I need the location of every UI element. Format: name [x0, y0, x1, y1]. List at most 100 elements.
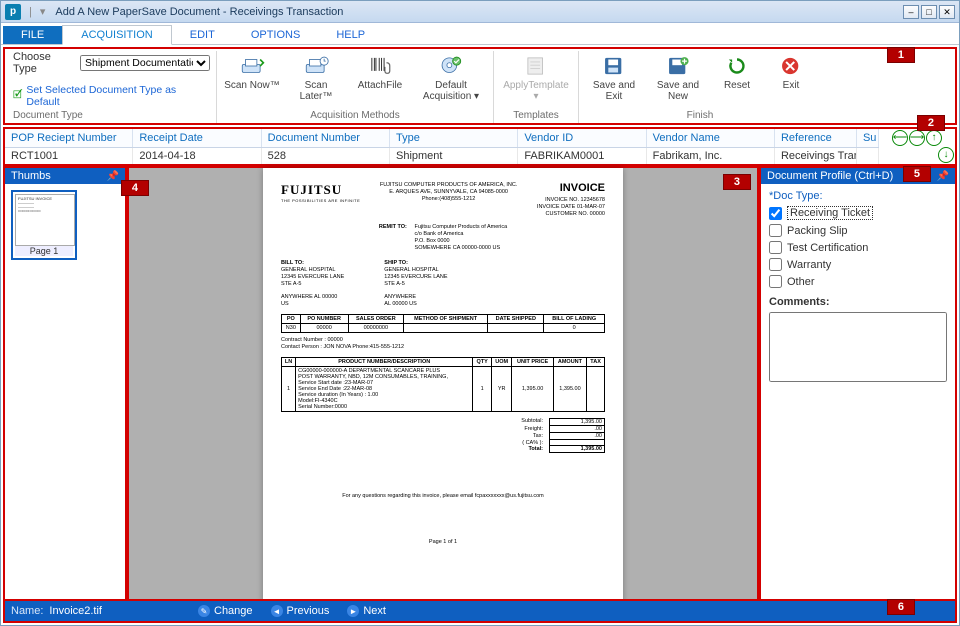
close-button[interactable]: ✕ [939, 5, 955, 19]
previous-button[interactable]: ◄Previous [271, 605, 330, 617]
scan-now-button[interactable]: Scan Now™ [223, 51, 281, 91]
tab-file[interactable]: FILE [3, 26, 62, 44]
default-acquisition-button[interactable]: Default Acquisition ▾ [415, 51, 487, 102]
invoice-billto: GENERAL HOSPITAL 12345 EVERCURE LANE STE… [281, 267, 344, 288]
invoice-remit: Fujitsu Computer Products of America c/o… [415, 224, 508, 252]
group-label-acq: Acquisition Methods [310, 110, 400, 123]
save-plus-icon [664, 53, 692, 79]
invoice-shipto: GENERAL HOSPITAL 12345 EVERCURE LANE STE… [384, 267, 447, 288]
pin-icon[interactable]: 📌 [937, 171, 949, 182]
callout-4: 4 [121, 180, 149, 196]
invoice-logo-sub: THE POSSIBILITIES ARE INFINITE [281, 198, 360, 203]
doc-type-packing-slip[interactable]: Packing Slip [769, 224, 947, 237]
close-circle-icon [777, 53, 805, 79]
set-default-button[interactable]: 🗹 Set Selected Document Type as Default [13, 84, 210, 108]
doc-type-receiving-ticket[interactable]: Receiving Ticket [769, 206, 947, 220]
exit-button[interactable]: Exit [767, 51, 815, 91]
apply-template-button: ApplyTemplate▾ [500, 51, 572, 102]
invoice-pager: Page 1 of 1 [281, 539, 605, 545]
col-doc-number[interactable]: Document Number [262, 129, 390, 147]
invoice-footnote: For any questions regarding this invoice… [281, 493, 605, 499]
bottom-bar-area: 6 Name: Invoice2.tif ✎Change ◄Previous ►… [3, 599, 957, 623]
invoice-title: INVOICE [537, 182, 605, 194]
record-grid: 2 POP Reciept Number Receipt Date Docume… [3, 127, 957, 166]
scan-later-button[interactable]: Scan Later™ [287, 51, 345, 102]
window-title: Add A New PaperSave Document - Receiving… [55, 6, 343, 18]
grid-prev-button[interactable]: ⟵ [892, 130, 908, 146]
col-vendor-id[interactable]: Vendor ID [518, 129, 646, 147]
tab-edit[interactable]: EDIT [172, 26, 233, 44]
choose-type-label: Choose Type [13, 51, 76, 75]
group-label-fin: Finish [687, 110, 714, 123]
doc-type-label: *Doc Type: [769, 190, 947, 202]
change-button[interactable]: ✎Change [198, 605, 253, 617]
callout-6: 6 [887, 599, 915, 615]
tab-options[interactable]: OPTIONS [233, 26, 319, 44]
doc-type-other[interactable]: Other [769, 275, 947, 288]
grid-header-row: POP Reciept Number Receipt Date Document… [5, 129, 879, 148]
choose-type-select[interactable]: Shipment Documentatio [80, 55, 210, 71]
ribbon-tabs: FILE ACQUISITION EDIT OPTIONS HELP [1, 23, 959, 45]
col-su[interactable]: Su [857, 129, 879, 147]
qat-separator: | [29, 6, 32, 18]
attach-file-button[interactable]: AttachFile [351, 51, 409, 91]
grid-next-button[interactable]: ⟶ [909, 130, 925, 146]
next-button[interactable]: ►Next [347, 605, 386, 617]
invoice-billto-label: BILL TO: [281, 260, 344, 267]
reset-button[interactable]: Reset [713, 51, 761, 91]
scanner-clock-icon [302, 53, 330, 79]
ribbon-area: 1 Choose Type Shipment Documentatio 🗹 Se… [3, 47, 957, 125]
cell-type: Shipment [390, 148, 518, 164]
thumbnail-label: Page 1 [15, 246, 73, 256]
grid-down-button[interactable]: ↓ [938, 147, 954, 163]
tab-acquisition[interactable]: ACQUISITION [62, 25, 172, 45]
cell-reference: Receivings Transa [775, 148, 857, 164]
doc-type-test-certification[interactable]: Test Certification [769, 241, 947, 254]
title-bar: p | ▾ Add A New PaperSave Document - Rec… [1, 1, 959, 23]
arrow-left-icon: ◄ [271, 605, 283, 617]
tab-help[interactable]: HELP [318, 26, 383, 44]
col-type[interactable]: Type [390, 129, 518, 147]
thumbs-header: Thumbs 📌 [5, 168, 125, 184]
cell-vendor-name: Fabrikam, Inc. [647, 148, 775, 164]
document-viewer[interactable]: 3 FUJITSU THE POSSIBILITIES ARE INFINITE… [127, 166, 759, 606]
callout-5: 5 [903, 166, 931, 182]
grid-data-row[interactable]: RCT1001 2014-04-18 528 Shipment FABRIKAM… [5, 148, 879, 164]
invoice-totals: Subtotal:1,395.00 Freight:.00 Tax:.00 ( … [456, 418, 605, 453]
arrow-right-icon: ► [347, 605, 359, 617]
thumbnail-preview: FUJITSU INVOICE————————▭▭▭▭▭▭ [15, 194, 75, 246]
comments-textarea[interactable] [769, 312, 947, 382]
invoice-lines-table: LNPRODUCT NUMBER/DESCRIPTIONQTYUOMUNIT P… [281, 357, 605, 412]
col-pop-receipt[interactable]: POP Reciept Number [5, 129, 133, 147]
callout-1: 1 [887, 47, 915, 63]
invoice-meta: INVOICE NO. 12345678 INVOICE DATE 01-MAR… [537, 197, 605, 218]
invoice-shiploc: ANYWHERE AL 00000 US [384, 294, 447, 308]
invoice-remit-label: REMIT TO: [379, 224, 407, 230]
cell-receipt-date: 2014-04-18 [133, 148, 261, 164]
template-icon [522, 53, 550, 79]
callout-2: 2 [917, 115, 945, 131]
pin-icon[interactable]: 📌 [107, 171, 119, 182]
grid-up-button[interactable]: ↑ [926, 130, 942, 146]
col-receipt-date[interactable]: Receipt Date [133, 129, 261, 147]
save-and-new-button[interactable]: Save and New [649, 51, 707, 102]
thumbs-panel: 4 Thumbs 📌 FUJITSU INVOICE————————▭▭▭▭▭▭… [3, 166, 127, 606]
invoice-contract: Contract Number : 00000 Contact Person :… [281, 337, 605, 351]
invoice-page: FUJITSU THE POSSIBILITIES ARE INFINITE F… [263, 168, 623, 604]
invoice-shipto-label: SHIP TO: [384, 260, 447, 267]
cell-su [857, 148, 879, 164]
col-vendor-name[interactable]: Vendor Name [647, 129, 775, 147]
thumbnail-page-1[interactable]: FUJITSU INVOICE————————▭▭▭▭▭▭ Page 1 [11, 190, 77, 260]
maximize-button[interactable]: □ [921, 5, 937, 19]
save-and-exit-button[interactable]: Save and Exit [585, 51, 643, 102]
cell-vendor-id: FABRIKAM0001 [518, 148, 646, 164]
invoice-company-addr: FUJITSU COMPUTER PRODUCTS OF AMERICA, IN… [380, 182, 518, 203]
doc-type-warranty[interactable]: Warranty [769, 258, 947, 271]
minimize-button[interactable]: – [903, 5, 919, 19]
comments-label: Comments: [769, 296, 947, 308]
grid-nav-buttons: ⟵ ⟶ ↑ ↓ [879, 129, 955, 164]
qat-dropdown-icon[interactable]: ▾ [40, 5, 46, 18]
col-reference[interactable]: Reference [775, 129, 857, 147]
cell-doc-number: 528 [262, 148, 390, 164]
dropdown-icon: ▾ [533, 91, 538, 102]
